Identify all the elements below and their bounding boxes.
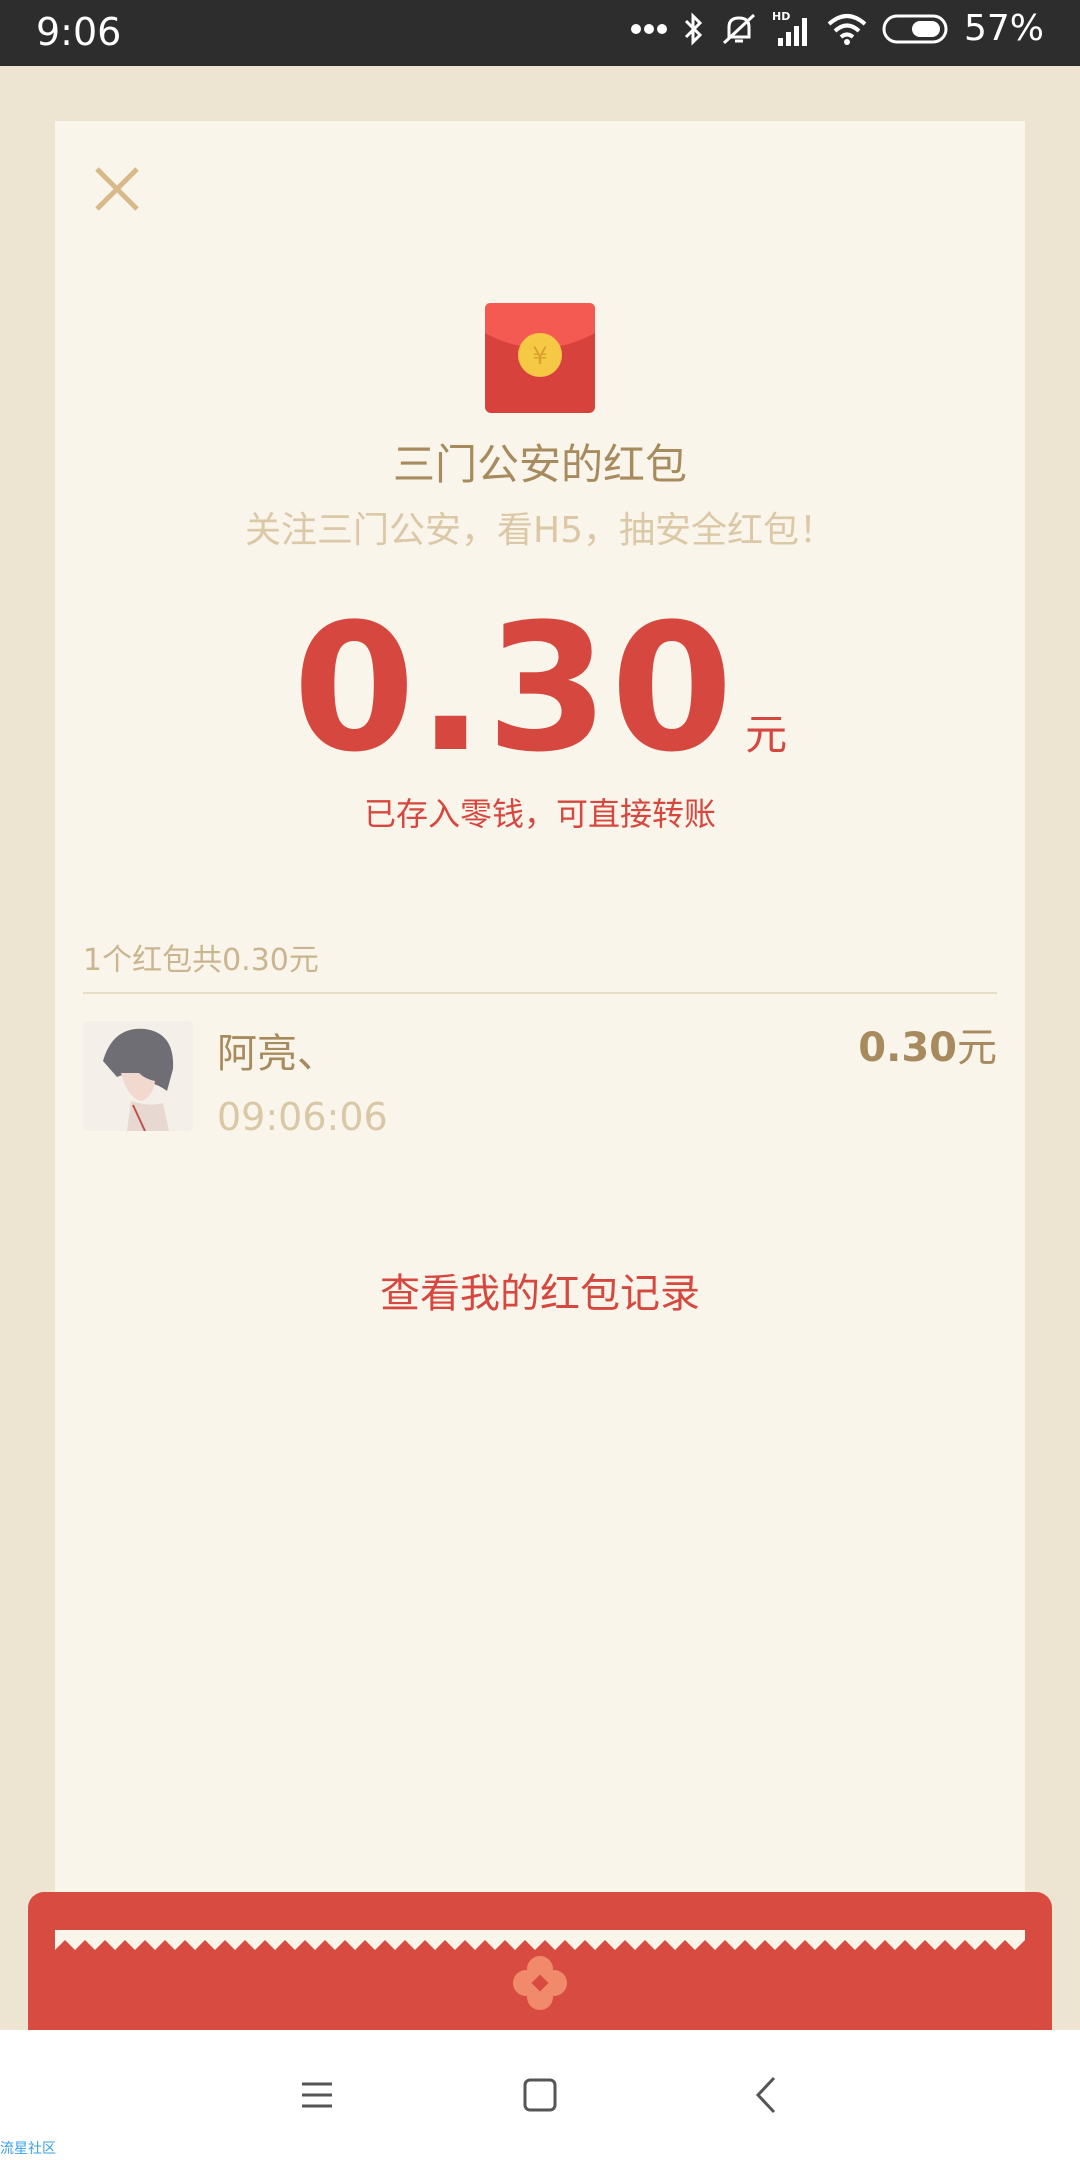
recipient-name: 阿亮、: [217, 1031, 337, 1077]
sender-title: 三门公安的红包: [392, 440, 687, 489]
amount-value: 0.30: [292, 586, 736, 791]
received-time: 09:06:06: [217, 1095, 388, 1139]
recipient-amount-value: 0.30: [858, 1025, 957, 1071]
wifi-icon: [827, 13, 867, 45]
list-item[interactable]: 阿亮、 09:06:06 0.30元: [83, 1021, 997, 1141]
avatar-image: [83, 1021, 193, 1131]
recipient-amount: 0.30元: [858, 1015, 997, 1073]
more-dots-icon: [630, 23, 667, 34]
red-envelope-icon: ¥: [485, 303, 595, 413]
view-history-link[interactable]: 查看我的红包记录: [55, 1261, 1025, 1319]
battery-percentage: 57%: [963, 8, 1044, 49]
status-icons: HD 57%: [630, 8, 1044, 49]
flower-ornament-icon: [513, 1956, 567, 2010]
home-icon[interactable]: [515, 2070, 565, 2120]
status-time: 9:06: [36, 10, 122, 54]
red-packet-card: ¥ 三门公安的红包 关注三门公安，看H5，抽安全红包！ 0.30 元 已存入零钱…: [55, 121, 1025, 1951]
avatar[interactable]: [83, 1021, 193, 1131]
status-bar: 9:06 HD 57%: [0, 0, 1080, 66]
mute-icon: [722, 13, 756, 44]
watermark: 流星社区: [0, 2141, 56, 2157]
battery-icon: [882, 14, 948, 43]
svg-text:HD: HD: [772, 10, 790, 23]
received-amount: 0.30 元: [55, 601, 1025, 777]
menu-icon[interactable]: [292, 2070, 342, 2120]
back-icon[interactable]: [742, 2070, 792, 2120]
amount-unit: 元: [745, 710, 788, 759]
close-icon[interactable]: [85, 157, 149, 221]
bluetooth-icon: [684, 11, 703, 46]
navigation-bar: 流星社区: [0, 2030, 1080, 2160]
recipient-amount-unit: 元: [957, 1025, 997, 1071]
divider: [83, 992, 997, 994]
saved-to-wallet-note[interactable]: 已存入零钱，可直接转账: [55, 789, 1025, 835]
wish-message: 关注三门公安，看H5，抽安全红包！: [245, 510, 835, 551]
hd-signal-icon: HD: [772, 10, 807, 46]
envelope-coin-symbol: ¥: [532, 342, 547, 370]
packet-summary: 1个红包共0.30元: [83, 943, 319, 978]
